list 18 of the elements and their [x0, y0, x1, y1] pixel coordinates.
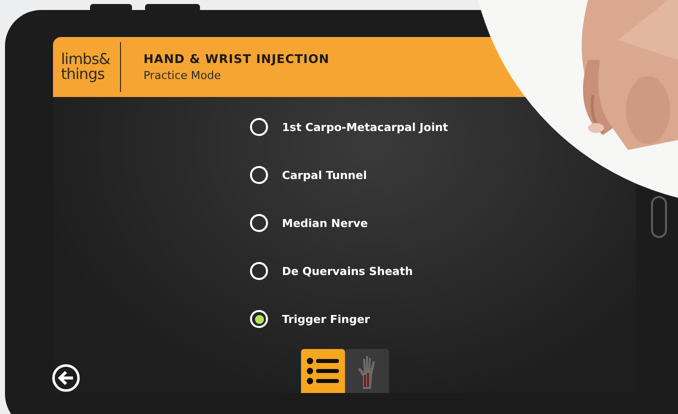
radio-button[interactable] [250, 262, 268, 280]
logo-text: limbs& [61, 52, 110, 67]
radio-option[interactable]: Trigger Finger [250, 308, 370, 330]
radio-button[interactable] [250, 166, 268, 184]
radio-option[interactable]: 1st Carpo-Metacarpal Joint [250, 116, 448, 138]
list-icon [306, 357, 340, 385]
view-tab[interactable] [301, 349, 345, 393]
hand-icon [356, 353, 378, 389]
screen-title: HAND & WRIST INJECTION [143, 52, 330, 66]
back-button[interactable] [52, 364, 80, 392]
radio-option[interactable]: Median Nerve [250, 212, 368, 234]
screen-subtitle: Practice Mode [143, 69, 222, 82]
radio-button[interactable] [250, 118, 268, 136]
radio-button[interactable] [250, 310, 268, 328]
radio-option[interactable]: De Quervains Sheath [250, 260, 413, 282]
radio-button[interactable] [250, 214, 268, 232]
radio-option[interactable]: Carpal Tunnel [250, 164, 367, 186]
logo-text: things [61, 67, 106, 82]
